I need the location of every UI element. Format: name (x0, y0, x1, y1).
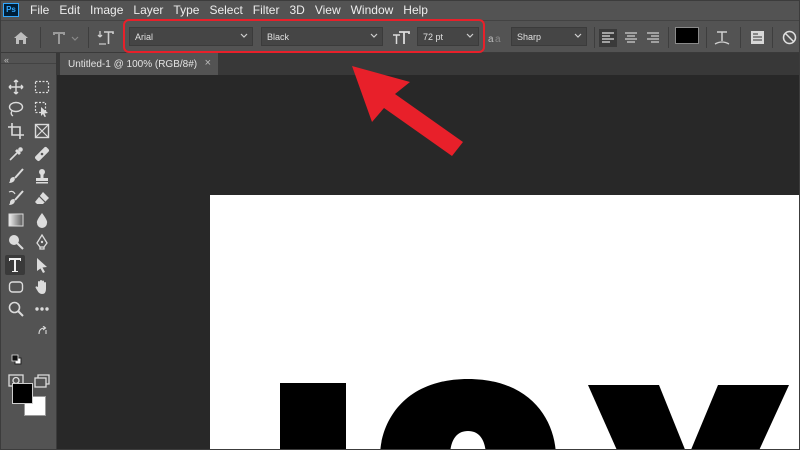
character-panel-button[interactable] (746, 21, 768, 54)
align-left-icon (602, 32, 614, 43)
document-canvas[interactable] (210, 195, 800, 450)
document-tab-title: Untitled-1 @ 100% (RGB/8#) (68, 58, 198, 70)
menu-layer[interactable]: Layer (128, 3, 168, 17)
menu-type[interactable]: Type (168, 3, 204, 17)
frame-tool-icon[interactable] (32, 121, 52, 141)
healing-brush-tool-icon[interactable] (32, 144, 52, 164)
eyedropper-tool-icon[interactable] (6, 144, 26, 164)
tool-preset-picker[interactable] (48, 21, 82, 54)
swap-colors-icon[interactable] (36, 325, 50, 337)
screen-mode-icon[interactable] (32, 371, 52, 391)
svg-text:a: a (495, 34, 501, 44)
hand-tool-icon[interactable] (32, 277, 52, 297)
panel-grip[interactable] (0, 63, 57, 70)
warp-text-icon (714, 30, 730, 45)
align-center-icon (625, 32, 637, 43)
zoom-tool-icon[interactable] (6, 299, 26, 319)
menu-bar: Ps File Edit Image Layer Type Select Fil… (0, 0, 800, 20)
pen-tool-icon[interactable] (32, 232, 52, 252)
crop-tool-icon[interactable] (6, 121, 26, 141)
cancel-edits-button[interactable] (778, 21, 800, 54)
rectangle-tool-icon[interactable] (6, 277, 26, 297)
path-selection-tool-icon[interactable] (32, 255, 52, 275)
annotation-arrow-icon (352, 66, 463, 156)
canvas-text-layer (280, 379, 789, 450)
panel-icon (750, 31, 764, 44)
menu-image[interactable]: Image (85, 3, 128, 17)
anti-alias-dropdown[interactable]: Sharp (511, 27, 587, 46)
gradient-tool-icon[interactable] (6, 210, 26, 230)
warp-text-button[interactable] (710, 21, 734, 54)
clone-stamp-tool-icon[interactable] (32, 166, 52, 186)
font-settings-highlight (123, 19, 485, 53)
cancel-icon (782, 30, 796, 45)
text-color-swatch[interactable] (675, 27, 699, 44)
move-tool-icon[interactable] (6, 77, 26, 97)
align-left-button[interactable] (598, 21, 618, 54)
toggle-text-orientation-icon[interactable] (94, 21, 118, 54)
object-selection-tool-icon[interactable] (32, 99, 52, 119)
dodge-tool-icon[interactable] (6, 232, 26, 252)
eraser-tool-icon[interactable] (32, 188, 52, 208)
align-right-icon (647, 32, 659, 43)
align-center-button[interactable] (621, 21, 641, 54)
menu-select[interactable]: Select (204, 3, 247, 17)
menu-file[interactable]: File (25, 3, 54, 17)
close-tab-icon[interactable]: × (205, 57, 211, 69)
foreground-color-swatch[interactable] (12, 383, 33, 404)
menu-edit[interactable]: Edit (54, 3, 85, 17)
chevron-down-icon (574, 33, 582, 38)
tools-panel: « (0, 53, 57, 450)
photoshop-logo[interactable]: Ps (3, 3, 19, 17)
home-icon[interactable] (8, 21, 34, 54)
menu-help[interactable]: Help (398, 3, 433, 17)
anti-alias-icon: aa (486, 21, 506, 54)
align-right-button[interactable] (643, 21, 663, 54)
lasso-tool-icon[interactable] (6, 99, 26, 119)
document-tab[interactable]: Untitled-1 @ 100% (RGB/8#) × (60, 53, 218, 75)
menu-view[interactable]: View (310, 3, 346, 17)
svg-text:a: a (488, 34, 494, 44)
anti-alias-value: Sharp (517, 31, 542, 42)
menu-3d[interactable]: 3D (284, 3, 309, 17)
menu-filter[interactable]: Filter (248, 3, 285, 17)
marquee-tool-icon[interactable] (32, 77, 52, 97)
type-tool-icon[interactable] (5, 255, 25, 275)
brush-tool-icon[interactable] (6, 166, 26, 186)
blur-tool-icon[interactable] (32, 210, 52, 230)
menu-window[interactable]: Window (346, 3, 399, 17)
history-brush-tool-icon[interactable] (6, 188, 26, 208)
default-colors-icon[interactable] (10, 353, 22, 365)
more-tools-icon[interactable] (32, 299, 52, 319)
